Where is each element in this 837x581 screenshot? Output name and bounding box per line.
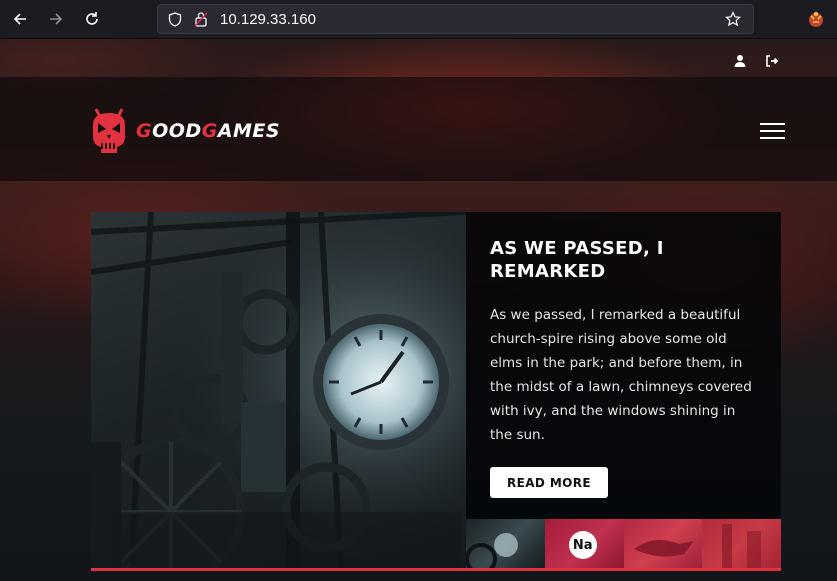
address-bar[interactable]: 10.129.33.160 <box>157 4 754 34</box>
logo-text-ames: AMES <box>217 120 281 142</box>
logo-wordmark: GOODGAMES <box>136 120 280 142</box>
site-logo[interactable]: GOODGAMES <box>90 107 280 155</box>
user-icon[interactable] <box>733 53 747 67</box>
lock-icon[interactable] <box>194 11 208 31</box>
browser-toolbar: 10.129.33.160 <box>0 0 837 39</box>
star-icon[interactable] <box>725 11 741 31</box>
reload-icon[interactable] <box>80 7 104 31</box>
hero-title: AS WE PASSED, I REMARKED <box>490 238 664 282</box>
skull-logo-icon <box>93 108 125 153</box>
thumbnail-4[interactable] <box>702 519 781 570</box>
thumbnail-badge: Na <box>568 531 597 559</box>
logo-text-ood: OOD <box>152 120 202 142</box>
logout-icon[interactable] <box>765 53 779 67</box>
site-header: GOODGAMES <box>0 77 837 181</box>
hamburger-menu-icon[interactable] <box>760 123 785 139</box>
page-content: GOODGAMES AS WE PASSED, I REMARKED As we… <box>0 39 837 581</box>
thumbnail-1[interactable] <box>466 519 545 570</box>
hero-slider: AS WE PASSED, I REMARKED As we passed, I… <box>91 212 781 570</box>
hero-text-panel: AS WE PASSED, I REMARKED As we passed, I… <box>466 212 781 519</box>
read-more-button[interactable]: READ MORE <box>490 467 608 498</box>
thumbnail-3[interactable] <box>623 519 703 570</box>
hero-thumbnails: Na <box>466 519 781 570</box>
extension-icon[interactable] <box>805 8 827 30</box>
logo-letter-g2: G <box>201 120 218 142</box>
hero-image <box>91 212 466 570</box>
thumbnail-2[interactable]: Na <box>544 519 624 570</box>
topbar-icons <box>733 53 779 67</box>
back-arrow-icon[interactable] <box>8 7 32 31</box>
logo-letter-g: G <box>136 120 153 142</box>
shield-icon[interactable] <box>168 12 182 31</box>
hero-accent-line <box>91 568 781 571</box>
forward-arrow-icon[interactable] <box>44 7 68 31</box>
hero-description: As we passed, I remarked a beautiful chu… <box>490 307 752 443</box>
url-text[interactable]: 10.129.33.160 <box>220 11 316 28</box>
